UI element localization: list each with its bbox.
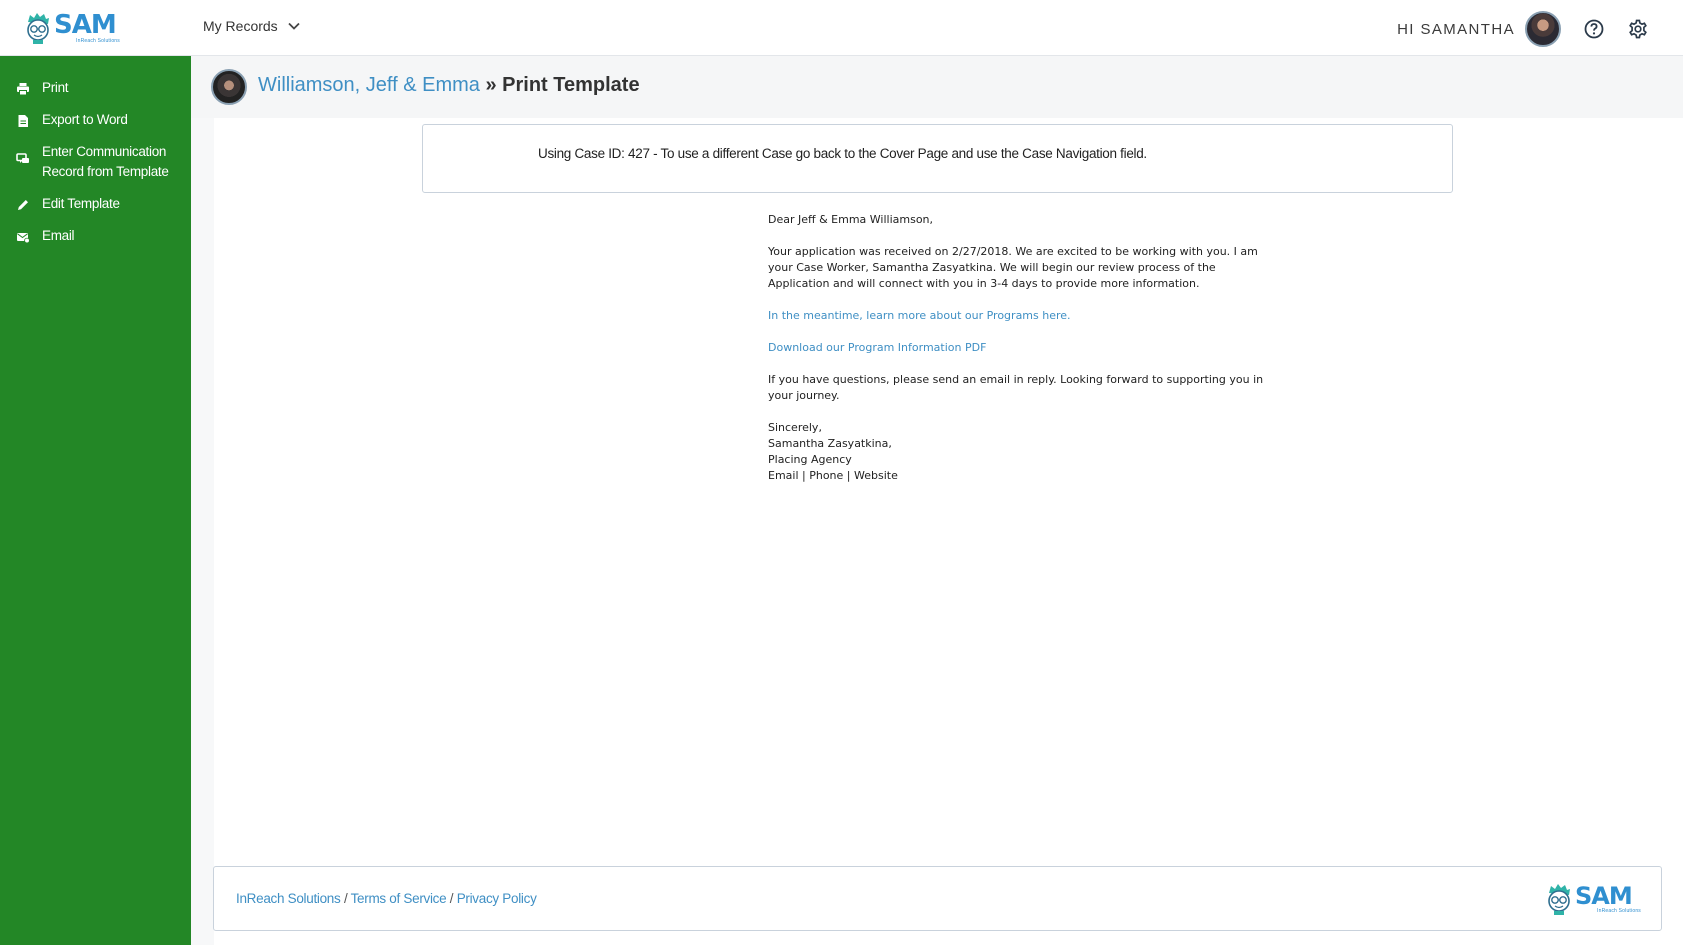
- email-icon: [17, 233, 30, 244]
- program-pdf-link[interactable]: Download our Program Information PDF: [768, 341, 986, 354]
- logo-subtext: InReach Solutions: [1597, 908, 1641, 914]
- sam-mascot-icon: [27, 13, 49, 44]
- sidebar-item-label: Export to Word: [42, 112, 128, 127]
- logo-wordmark: SAM InReach Solutions: [1575, 884, 1641, 914]
- page-header: Williamson, Jeff & Emma » Print Template: [191, 56, 1683, 118]
- sidebar-item-enter-communication-record[interactable]: Enter Communication Record from Template: [0, 142, 191, 182]
- help-icon: [1584, 19, 1604, 39]
- settings-button[interactable]: [1627, 18, 1649, 40]
- letter-agency: Placing Agency: [768, 453, 852, 466]
- letter-paragraph: Your application was received on 2/27/20…: [768, 245, 1258, 290]
- record-name-link[interactable]: Williamson, Jeff & Emma: [258, 74, 480, 96]
- letter-closing: Sincerely,: [768, 421, 822, 434]
- printer-icon: [17, 83, 29, 96]
- footer-separator: /: [449, 891, 454, 906]
- footer-link-terms[interactable]: Terms of Service: [351, 891, 447, 906]
- my-records-label: My Records: [203, 18, 278, 34]
- sidebar-item-email[interactable]: Email: [0, 226, 191, 246]
- breadcrumb-separator: »: [485, 74, 497, 96]
- gear-icon: [1629, 19, 1647, 39]
- content-gutter: [191, 118, 214, 945]
- my-records-dropdown[interactable]: My Records: [203, 18, 302, 34]
- programs-link[interactable]: In the meantime, learn more about our Pr…: [768, 309, 1071, 322]
- sidebar-item-export-to-word[interactable]: Export to Word: [0, 110, 191, 130]
- letter-signer: Samantha Zasyatkina,: [768, 437, 892, 450]
- sidebar-item-label: Enter Communication Record from Template: [42, 144, 169, 179]
- footer-separator: /: [343, 891, 348, 906]
- user-greeting: HI SAMANTHA: [1397, 20, 1515, 38]
- chat-icon: [16, 153, 29, 163]
- logo-subtext: InReach Solutions: [76, 38, 120, 44]
- chevron-down-icon: [288, 22, 300, 30]
- footer: InReach Solutions / Terms of Service / P…: [213, 866, 1662, 931]
- section-title: Print Template: [502, 74, 640, 96]
- letter-preview: Dear Jeff & Emma Williamson, Your applic…: [768, 212, 1278, 484]
- case-notice-text: Using Case ID: 427 - To use a different …: [538, 146, 1147, 161]
- app-logo[interactable]: SAM InReach Solutions: [24, 12, 120, 44]
- page-title: Williamson, Jeff & Emma » Print Template: [258, 74, 640, 97]
- letter-paragraph: If you have questions, please send an em…: [768, 373, 1264, 402]
- sidebar-item-print[interactable]: Print: [0, 78, 191, 98]
- sam-mascot-icon: [1548, 884, 1571, 915]
- top-bar: SAM InReach Solutions My Records HI SAMA…: [0, 0, 1683, 56]
- record-avatar: [211, 69, 247, 105]
- logo-wordmark: SAM InReach Solutions: [54, 12, 120, 44]
- footer-link-inreach[interactable]: InReach Solutions: [236, 891, 341, 906]
- user-avatar[interactable]: [1525, 11, 1561, 47]
- sidebar-item-label: Print: [42, 80, 69, 95]
- footer-link-privacy[interactable]: Privacy Policy: [457, 891, 537, 906]
- case-notice: Using Case ID: 427 - To use a different …: [422, 124, 1453, 193]
- document-icon: [18, 115, 28, 127]
- sidebar-item-label: Email: [42, 228, 75, 243]
- logo-text: SAM: [54, 10, 117, 40]
- user-area: HI SAMANTHA: [1397, 11, 1649, 47]
- footer-links: InReach Solutions / Terms of Service / P…: [236, 891, 537, 906]
- footer-logo: SAM InReach Solutions: [1545, 883, 1641, 915]
- letter-contacts: Email | Phone | Website: [768, 469, 898, 482]
- sidebar: Print Export to Word Enter Communication…: [0, 56, 191, 945]
- letter-greeting: Dear Jeff & Emma Williamson,: [768, 213, 934, 226]
- pencil-icon: [18, 200, 28, 210]
- help-button[interactable]: [1583, 18, 1605, 40]
- logo-text: SAM: [1575, 882, 1633, 910]
- sidebar-item-label: Edit Template: [42, 196, 120, 211]
- sidebar-item-edit-template[interactable]: Edit Template: [0, 194, 191, 214]
